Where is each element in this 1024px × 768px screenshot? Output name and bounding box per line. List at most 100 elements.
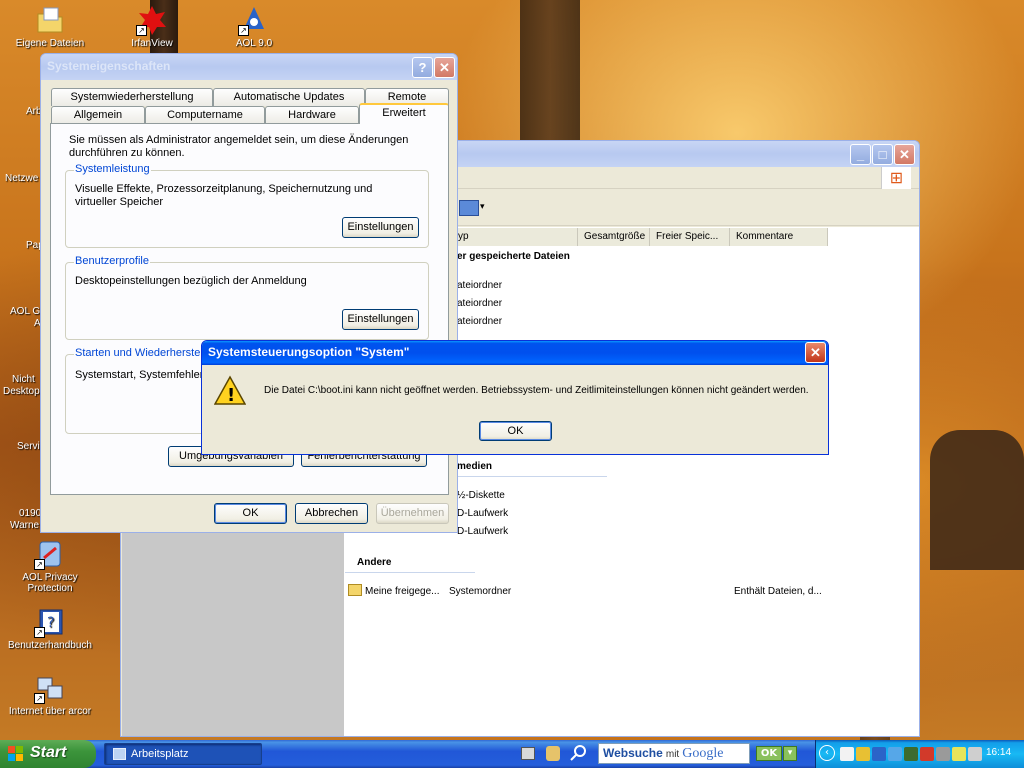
section-divider — [345, 572, 475, 573]
section-header-files: er gespeicherte Dateien — [457, 251, 570, 262]
list-item[interactable]: ateiordner — [457, 280, 502, 291]
section-header-media: medien — [457, 461, 493, 472]
list-item[interactable]: ateiordner — [457, 316, 502, 327]
desktop-icon-label: AOL Privacy Protection — [22, 572, 78, 594]
desktop-icon-irfanview[interactable]: ↗ IrfanView — [102, 4, 202, 49]
list-item[interactable]: D-Laufwerk — [457, 526, 508, 537]
group-title: Systemleistung — [74, 163, 151, 175]
desktop-icon-eigene-dateien[interactable]: Eigene Dateien — [0, 4, 100, 49]
warning-icon: ! — [213, 375, 247, 407]
desktop-icon-aol-privacy[interactable]: ↗ AOL Privacy Protection — [0, 538, 100, 594]
windows-flag-icon — [8, 746, 24, 762]
profiles-settings-button[interactable]: Einstellungen — [342, 309, 419, 330]
desktop-icon-internet-arcor[interactable]: ↗ Internet über arcor — [0, 672, 100, 717]
column-header-type[interactable]: yp — [452, 228, 578, 246]
column-header-free[interactable]: Freier Speic... — [650, 228, 730, 246]
dialog-ok-button[interactable]: OK — [479, 421, 552, 441]
desktop-icon-label: IrfanView — [131, 38, 173, 49]
tray-icon-app[interactable] — [936, 747, 950, 761]
desktop-icon-aol[interactable]: ↗ AOL 9.0 — [204, 4, 304, 49]
tool-icon[interactable] — [546, 746, 560, 761]
quicklaunch-icon[interactable] — [521, 747, 535, 760]
group-description: Desktopeinstellungen bezüglich der Anmel… — [75, 275, 307, 287]
tab-allgemein[interactable]: Allgemein — [51, 106, 145, 124]
shortcut-arrow-icon: ↗ — [136, 25, 147, 36]
shared-folder-name[interactable]: Meine freigege... — [365, 586, 440, 597]
taskbar: Start Arbeitsplatz Websuche mit Google O… — [0, 740, 1024, 768]
ok-button[interactable]: OK — [214, 503, 287, 524]
desktop-icon-label: AOL 9.0 — [235, 38, 273, 49]
tray-icon-security[interactable] — [840, 747, 854, 761]
svg-text:?: ? — [47, 615, 54, 631]
websuche-input[interactable]: Websuche mit Google — [598, 743, 750, 764]
svg-text:!: ! — [227, 385, 235, 406]
tray-icon-monitor[interactable] — [952, 747, 966, 761]
system-tray: ‹ 16:14 — [815, 740, 1024, 768]
column-header-comments[interactable]: Kommentare — [730, 228, 828, 246]
websuche-ok-button[interactable]: OK — [756, 746, 782, 761]
tree-trunk — [520, 0, 580, 150]
column-header-size[interactable]: Gesamtgröße — [578, 228, 650, 246]
tray-icon-alert[interactable] — [920, 747, 934, 761]
shortcut-arrow-icon: ↗ — [34, 559, 45, 570]
list-item[interactable]: ateiordner — [457, 298, 502, 309]
websuche-label: Websuche — [603, 746, 663, 760]
tray-icon-antivirus[interactable] — [904, 747, 918, 761]
shortcut-arrow-icon: ↗ — [34, 627, 45, 638]
bench — [930, 430, 1024, 570]
window-title: Systemeigenschaften — [47, 59, 171, 73]
tab-systemwiederherstellung[interactable]: Systemwiederherstellung — [51, 88, 213, 106]
tab-automatische-updates[interactable]: Automatische Updates — [213, 88, 365, 106]
close-button[interactable]: ✕ — [434, 57, 455, 78]
minimize-button[interactable]: _ — [850, 144, 871, 165]
group-title: Starten und Wiederherstelle — [74, 347, 213, 359]
sysprops-titlebar[interactable]: Systemeigenschaften ? ✕ — [41, 54, 457, 80]
folder-icon — [34, 4, 66, 36]
desktop-icon-label: Benutzerhandbuch — [8, 640, 92, 651]
tray-expand-icon[interactable]: ‹ — [819, 745, 835, 761]
cancel-button[interactable]: Abbrechen — [295, 503, 368, 524]
admin-note: Sie müssen als Administrator angemeldet … — [69, 134, 409, 159]
desktop-icon-label: Eigene Dateien — [15, 38, 85, 49]
chevron-down-icon[interactable]: ▾ — [783, 746, 797, 761]
apply-button[interactable]: Übernehmen — [376, 503, 449, 524]
taskbar-item-label: Arbeitsplatz — [131, 748, 189, 760]
performance-settings-button[interactable]: Einstellungen — [342, 217, 419, 238]
desktop-icon-benutzerhandbuch[interactable]: ? ↗ Benutzerhandbuch — [0, 606, 100, 651]
tab-computername[interactable]: Computername — [145, 106, 265, 124]
irfanview-icon: ↗ — [136, 4, 168, 36]
dialog-message: Die Datei C:\boot.ini kann nicht geöffne… — [264, 385, 809, 396]
start-label: Start — [30, 744, 67, 761]
maximize-button[interactable]: □ — [872, 144, 893, 165]
views-icon[interactable] — [459, 200, 479, 216]
list-item[interactable]: ½-Diskette — [457, 490, 505, 501]
section-header-other: Andere — [357, 557, 392, 568]
desktop-partial-label: Nicht — [12, 374, 35, 385]
close-button[interactable]: ✕ — [805, 342, 826, 363]
tab-hardware[interactable]: Hardware — [265, 106, 359, 124]
help-button[interactable]: ? — [412, 57, 433, 78]
group-title: Benutzerprofile — [74, 255, 150, 267]
group-systemleistung: Systemleistung Visuelle Effekte, Prozess… — [65, 163, 429, 248]
taskbar-item-arbeitsplatz[interactable]: Arbeitsplatz — [104, 743, 262, 765]
tray-icon-shield[interactable] — [856, 747, 870, 761]
tray-icon-network[interactable] — [888, 747, 902, 761]
tab-erweitert[interactable]: Erweitert — [359, 103, 449, 124]
network-icon: ↗ — [34, 672, 66, 704]
error-dialog: Systemsteuerungsoption "System" ✕ ! Die … — [201, 340, 829, 455]
list-item[interactable]: D-Laufwerk — [457, 508, 508, 519]
aol-privacy-icon: ↗ — [34, 538, 66, 570]
desktop-partial-label: Desktop — [3, 386, 40, 397]
dialog-titlebar[interactable]: Systemsteuerungsoption "System" ✕ — [202, 341, 828, 365]
search-icon[interactable] — [570, 744, 588, 762]
mit-label: mit — [665, 749, 680, 760]
tray-icon-volume[interactable] — [968, 747, 982, 761]
close-button[interactable]: ✕ — [894, 144, 915, 165]
clock[interactable]: 16:14 — [986, 747, 1011, 758]
shared-folder-icon — [348, 584, 362, 596]
shortcut-arrow-icon: ↗ — [238, 25, 249, 36]
tray-icon-aol[interactable] — [872, 747, 886, 761]
computer-icon — [113, 748, 126, 760]
start-button[interactable]: Start — [0, 740, 96, 768]
chevron-down-icon[interactable]: ▾ — [480, 202, 485, 212]
